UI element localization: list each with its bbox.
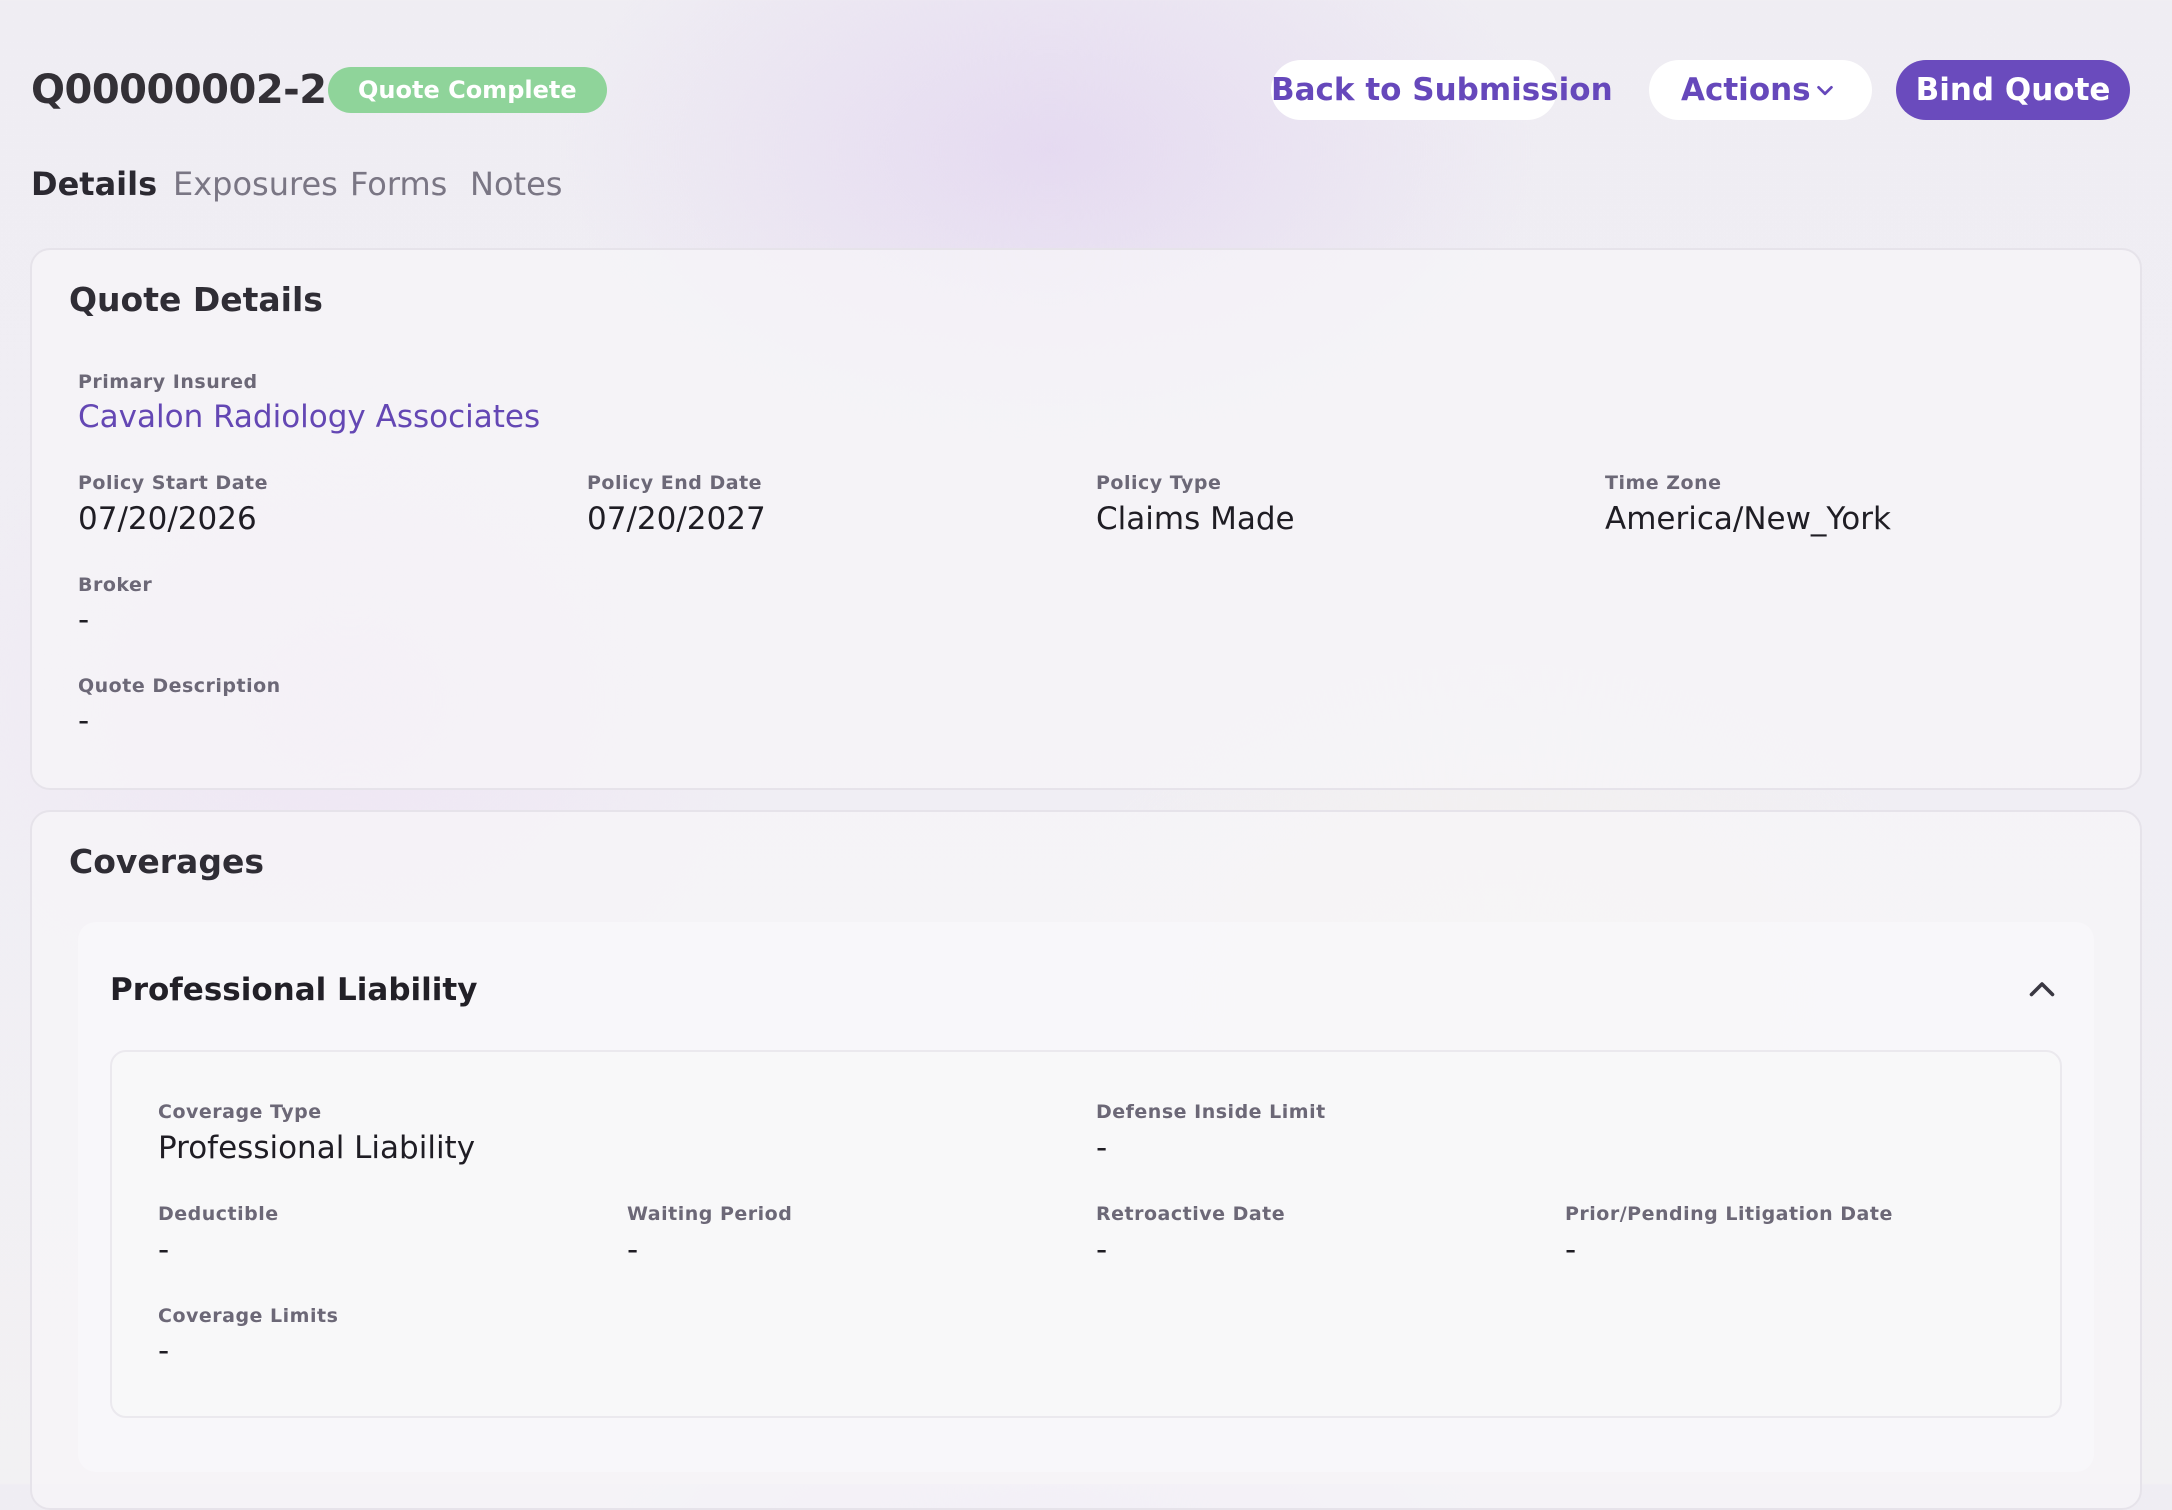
primary-insured-link[interactable]: Cavalon Radiology Associates <box>78 397 540 437</box>
time-zone-label: Time Zone <box>1605 472 1722 494</box>
waiting-period-value: - <box>627 1232 639 1268</box>
actions-dropdown-button[interactable]: Actions <box>1649 60 1872 120</box>
policy-type-label: Policy Type <box>1096 472 1222 494</box>
bind-quote-button[interactable]: Bind Quote <box>1896 60 2130 120</box>
status-badge: Quote Complete <box>328 67 607 113</box>
coverage-limits-label: Coverage Limits <box>158 1305 339 1327</box>
back-to-submission-button[interactable]: Back to Submission <box>1271 60 1613 120</box>
retroactive-date-label: Retroactive Date <box>1096 1203 1286 1225</box>
page-header: Q00000002-26 Quote Complete Back to Subm… <box>31 60 2132 120</box>
coverages-title: Coverages <box>69 842 264 881</box>
tab-exposures[interactable]: Exposures <box>173 164 338 204</box>
policy-start-date-label: Policy Start Date <box>78 472 268 494</box>
coverage-type-value: Professional Liability <box>158 1130 476 1166</box>
tab-forms[interactable]: Forms <box>350 164 447 204</box>
professional-liability-details: Coverage Type Professional Liability Def… <box>110 1050 2062 1418</box>
tab-details[interactable]: Details <box>31 164 157 204</box>
tab-notes[interactable]: Notes <box>470 164 562 204</box>
chevron-up-icon[interactable] <box>2024 972 2060 1008</box>
chevron-down-icon <box>1817 85 1833 96</box>
professional-liability-title: Professional Liability <box>110 972 478 1008</box>
quote-description-value: - <box>78 703 90 739</box>
quote-details-title: Quote Details <box>69 280 323 319</box>
time-zone-value: America/New_York <box>1605 501 1891 537</box>
quote-details-card: Quote Details Primary Insured Cavalon Ra… <box>30 248 2142 790</box>
broker-label: Broker <box>78 574 153 596</box>
coverage-type-label: Coverage Type <box>158 1101 322 1123</box>
prior-pending-litigation-date-label: Prior/Pending Litigation Date <box>1565 1203 1893 1225</box>
policy-start-date-value: 07/20/2026 <box>78 501 257 537</box>
prior-pending-litigation-date-value: - <box>1565 1232 1577 1268</box>
policy-end-date-label: Policy End Date <box>587 472 763 494</box>
coverages-card: Coverages Professional Liability Coverag… <box>30 810 2142 1510</box>
policy-type-value: Claims Made <box>1096 501 1295 537</box>
coverage-limits-value: - <box>158 1333 170 1369</box>
waiting-period-label: Waiting Period <box>627 1203 793 1225</box>
defense-inside-limit-value: - <box>1096 1130 1108 1166</box>
actions-label: Actions <box>1681 72 1811 108</box>
retroactive-date-value: - <box>1096 1232 1108 1268</box>
deductible-value: - <box>158 1232 170 1268</box>
broker-value: - <box>78 602 90 638</box>
professional-liability-panel: Professional Liability Coverage Type Pro… <box>78 922 2094 1472</box>
page-title: Q00000002-26 <box>31 67 354 113</box>
policy-end-date-value: 07/20/2027 <box>587 501 766 537</box>
defense-inside-limit-label: Defense Inside Limit <box>1096 1101 1326 1123</box>
primary-insured-label: Primary Insured <box>78 371 258 393</box>
quote-description-label: Quote Description <box>78 675 281 697</box>
deductible-label: Deductible <box>158 1203 279 1225</box>
